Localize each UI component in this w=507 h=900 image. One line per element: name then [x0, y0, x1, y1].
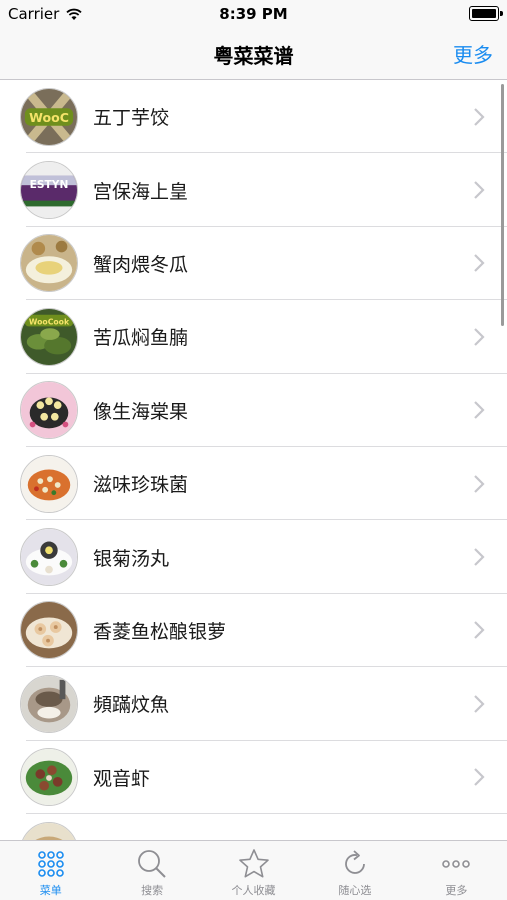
recipe-row[interactable]: ESTYN 宫保海上皇: [0, 153, 507, 228]
chevron-right-icon: [474, 254, 485, 273]
recipe-thumbnail: [20, 821, 78, 840]
tab-label: 个人收藏: [231, 884, 276, 897]
tab-label: 菜单: [39, 884, 62, 897]
recipe-thumbnail: WooCook: [20, 307, 78, 366]
battery-icon: [469, 6, 503, 21]
star-icon: [238, 849, 269, 878]
status-bar: Carrier 8:39 PM: [0, 0, 507, 28]
refresh-icon: [345, 850, 365, 874]
recipe-row[interactable]: 像生海棠果: [0, 374, 507, 448]
recipe-row[interactable]: 蟹肉煨冬瓜: [0, 227, 507, 301]
svg-text:ESTYN: ESTYN: [30, 178, 69, 191]
recipe-name: 滋味珍珠菌: [93, 474, 189, 497]
recipe-thumbnail: [20, 234, 78, 293]
recipe-row[interactable]: 頻蹣炆魚: [0, 667, 507, 741]
chevron-right-icon: [474, 768, 485, 786]
svg-text:WooCook: WooCook: [29, 317, 70, 326]
recipe-name: 观音虾: [93, 767, 151, 790]
recipe-row[interactable]: 银菊汤丸: [0, 520, 507, 595]
recipe-thumbnail: [20, 381, 78, 440]
grid-icon: [37, 851, 64, 877]
tab-more[interactable]: 更多: [406, 841, 507, 900]
recipe-row[interactable]: WooCook 苦瓜焖鱼腩: [0, 300, 507, 374]
chevron-right-icon: [474, 181, 485, 199]
page-title: 粤菜菜谱: [213, 44, 294, 68]
recipe-name: 蟹肉煨冬瓜: [93, 253, 189, 276]
status-time: 8:39 PM: [219, 5, 288, 23]
recipe-row[interactable]: 香菱鱼松酿银萝: [0, 594, 507, 668]
tab-search[interactable]: 搜索: [101, 841, 202, 900]
recipe-thumbnail: [20, 454, 78, 513]
chevron-right-icon: [474, 474, 485, 493]
more-button[interactable]: 更多: [453, 39, 493, 68]
recipe-name: 香菱鱼松酿银萝: [93, 620, 227, 643]
chevron-right-icon: [474, 621, 485, 640]
recipe-row[interactable]: WooC 五丁芋饺: [0, 80, 507, 154]
chevron-right-icon: [474, 548, 485, 566]
navigation-bar: 粤菜菜谱 更多: [0, 28, 507, 80]
tab-label: 更多: [445, 884, 468, 897]
recipe-name: 苦瓜焖鱼腩: [93, 327, 189, 350]
scroll-indicator[interactable]: [501, 84, 504, 326]
chevron-right-icon: [474, 107, 485, 126]
recipe-thumbnail: [20, 748, 78, 807]
chevron-right-icon: [474, 328, 485, 346]
tab-menu[interactable]: 菜单: [0, 841, 101, 900]
recipe-row[interactable]: 滋味珍珠菌: [0, 447, 507, 521]
recipe-thumbnail: ESTYN: [20, 161, 78, 220]
chevron-right-icon: [474, 695, 485, 713]
recipe-thumbnail: WooC: [20, 87, 78, 146]
recipe-row-partial[interactable]: [0, 814, 507, 840]
tab-favorites[interactable]: 个人收藏: [203, 841, 304, 900]
tab-random[interactable]: 随心选: [304, 841, 405, 900]
recipe-name: 頻蹣炆魚: [93, 694, 170, 717]
search-icon: [138, 850, 166, 878]
recipe-name: 银菊汤丸: [93, 547, 170, 570]
recipe-thumbnail: [20, 601, 78, 660]
tab-bar: 菜单 搜索 个人收藏 随心选 更多: [0, 840, 507, 900]
recipe-name: 像生海棠果: [93, 400, 189, 423]
more-icon: [442, 860, 471, 868]
svg-text:WooC: WooC: [29, 110, 69, 125]
recipe-name: 宫保海上皇: [93, 180, 189, 203]
recipe-row[interactable]: 观音虾: [0, 741, 507, 815]
recipe-thumbnail: [20, 528, 78, 587]
recipe-thumbnail: [20, 674, 78, 733]
chevron-right-icon: [474, 401, 485, 420]
tab-label: 搜索: [141, 884, 164, 897]
recipe-name: 五丁芋饺: [93, 107, 170, 130]
tab-label: 随心选: [338, 884, 372, 897]
recipe-list[interactable]: WooC 五丁芋饺 ESTYN 宫保海上皇 蟹肉煨冬瓜 WooCook 苦瓜焖鱼…: [0, 80, 507, 840]
